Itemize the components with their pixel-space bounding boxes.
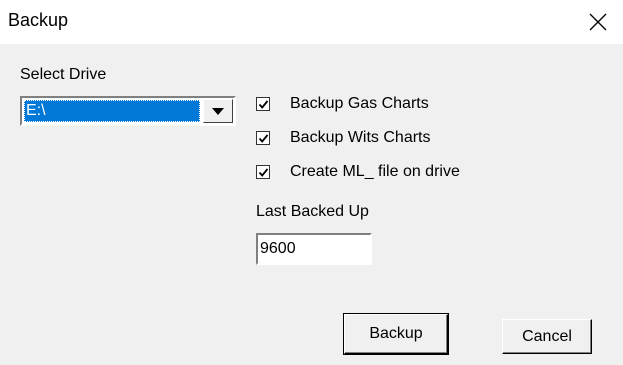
cancel-button[interactable]: Cancel — [502, 319, 592, 354]
checkmark-icon — [258, 167, 268, 177]
last-backed-up-input[interactable] — [256, 233, 372, 265]
title-bar: Backup — [0, 0, 623, 44]
backup-button[interactable]: Backup — [343, 313, 449, 355]
close-icon — [589, 13, 607, 31]
create-ml-file-label: Create ML_ file on drive — [290, 163, 460, 180]
backup-wits-charts-option[interactable]: Backup Wits Charts — [256, 127, 430, 149]
checkmark-icon — [258, 99, 268, 109]
backup-wits-charts-checkbox[interactable] — [256, 131, 270, 145]
close-button[interactable] — [577, 4, 619, 40]
create-ml-file-checkbox[interactable] — [256, 165, 270, 179]
backup-gas-charts-option[interactable]: Backup Gas Charts — [256, 93, 429, 115]
backup-wits-charts-label: Backup Wits Charts — [290, 129, 431, 146]
dropdown-button[interactable] — [203, 99, 233, 123]
dialog-body: Select Drive E:\ Backup Gas Charts Backu… — [0, 44, 623, 365]
checkmark-icon — [258, 133, 268, 143]
drive-select-value: E:\ — [24, 100, 200, 122]
select-drive-label: Select Drive — [20, 66, 107, 83]
create-ml-file-option[interactable]: Create ML_ file on drive — [256, 161, 460, 183]
last-backed-up-label: Last Backed Up — [256, 203, 369, 220]
backup-gas-charts-checkbox[interactable] — [256, 97, 270, 111]
backup-gas-charts-label: Backup Gas Charts — [290, 95, 429, 112]
dropdown-arrow-icon — [212, 107, 224, 115]
drive-select[interactable]: E:\ — [20, 96, 236, 126]
window-title: Backup — [8, 10, 69, 30]
